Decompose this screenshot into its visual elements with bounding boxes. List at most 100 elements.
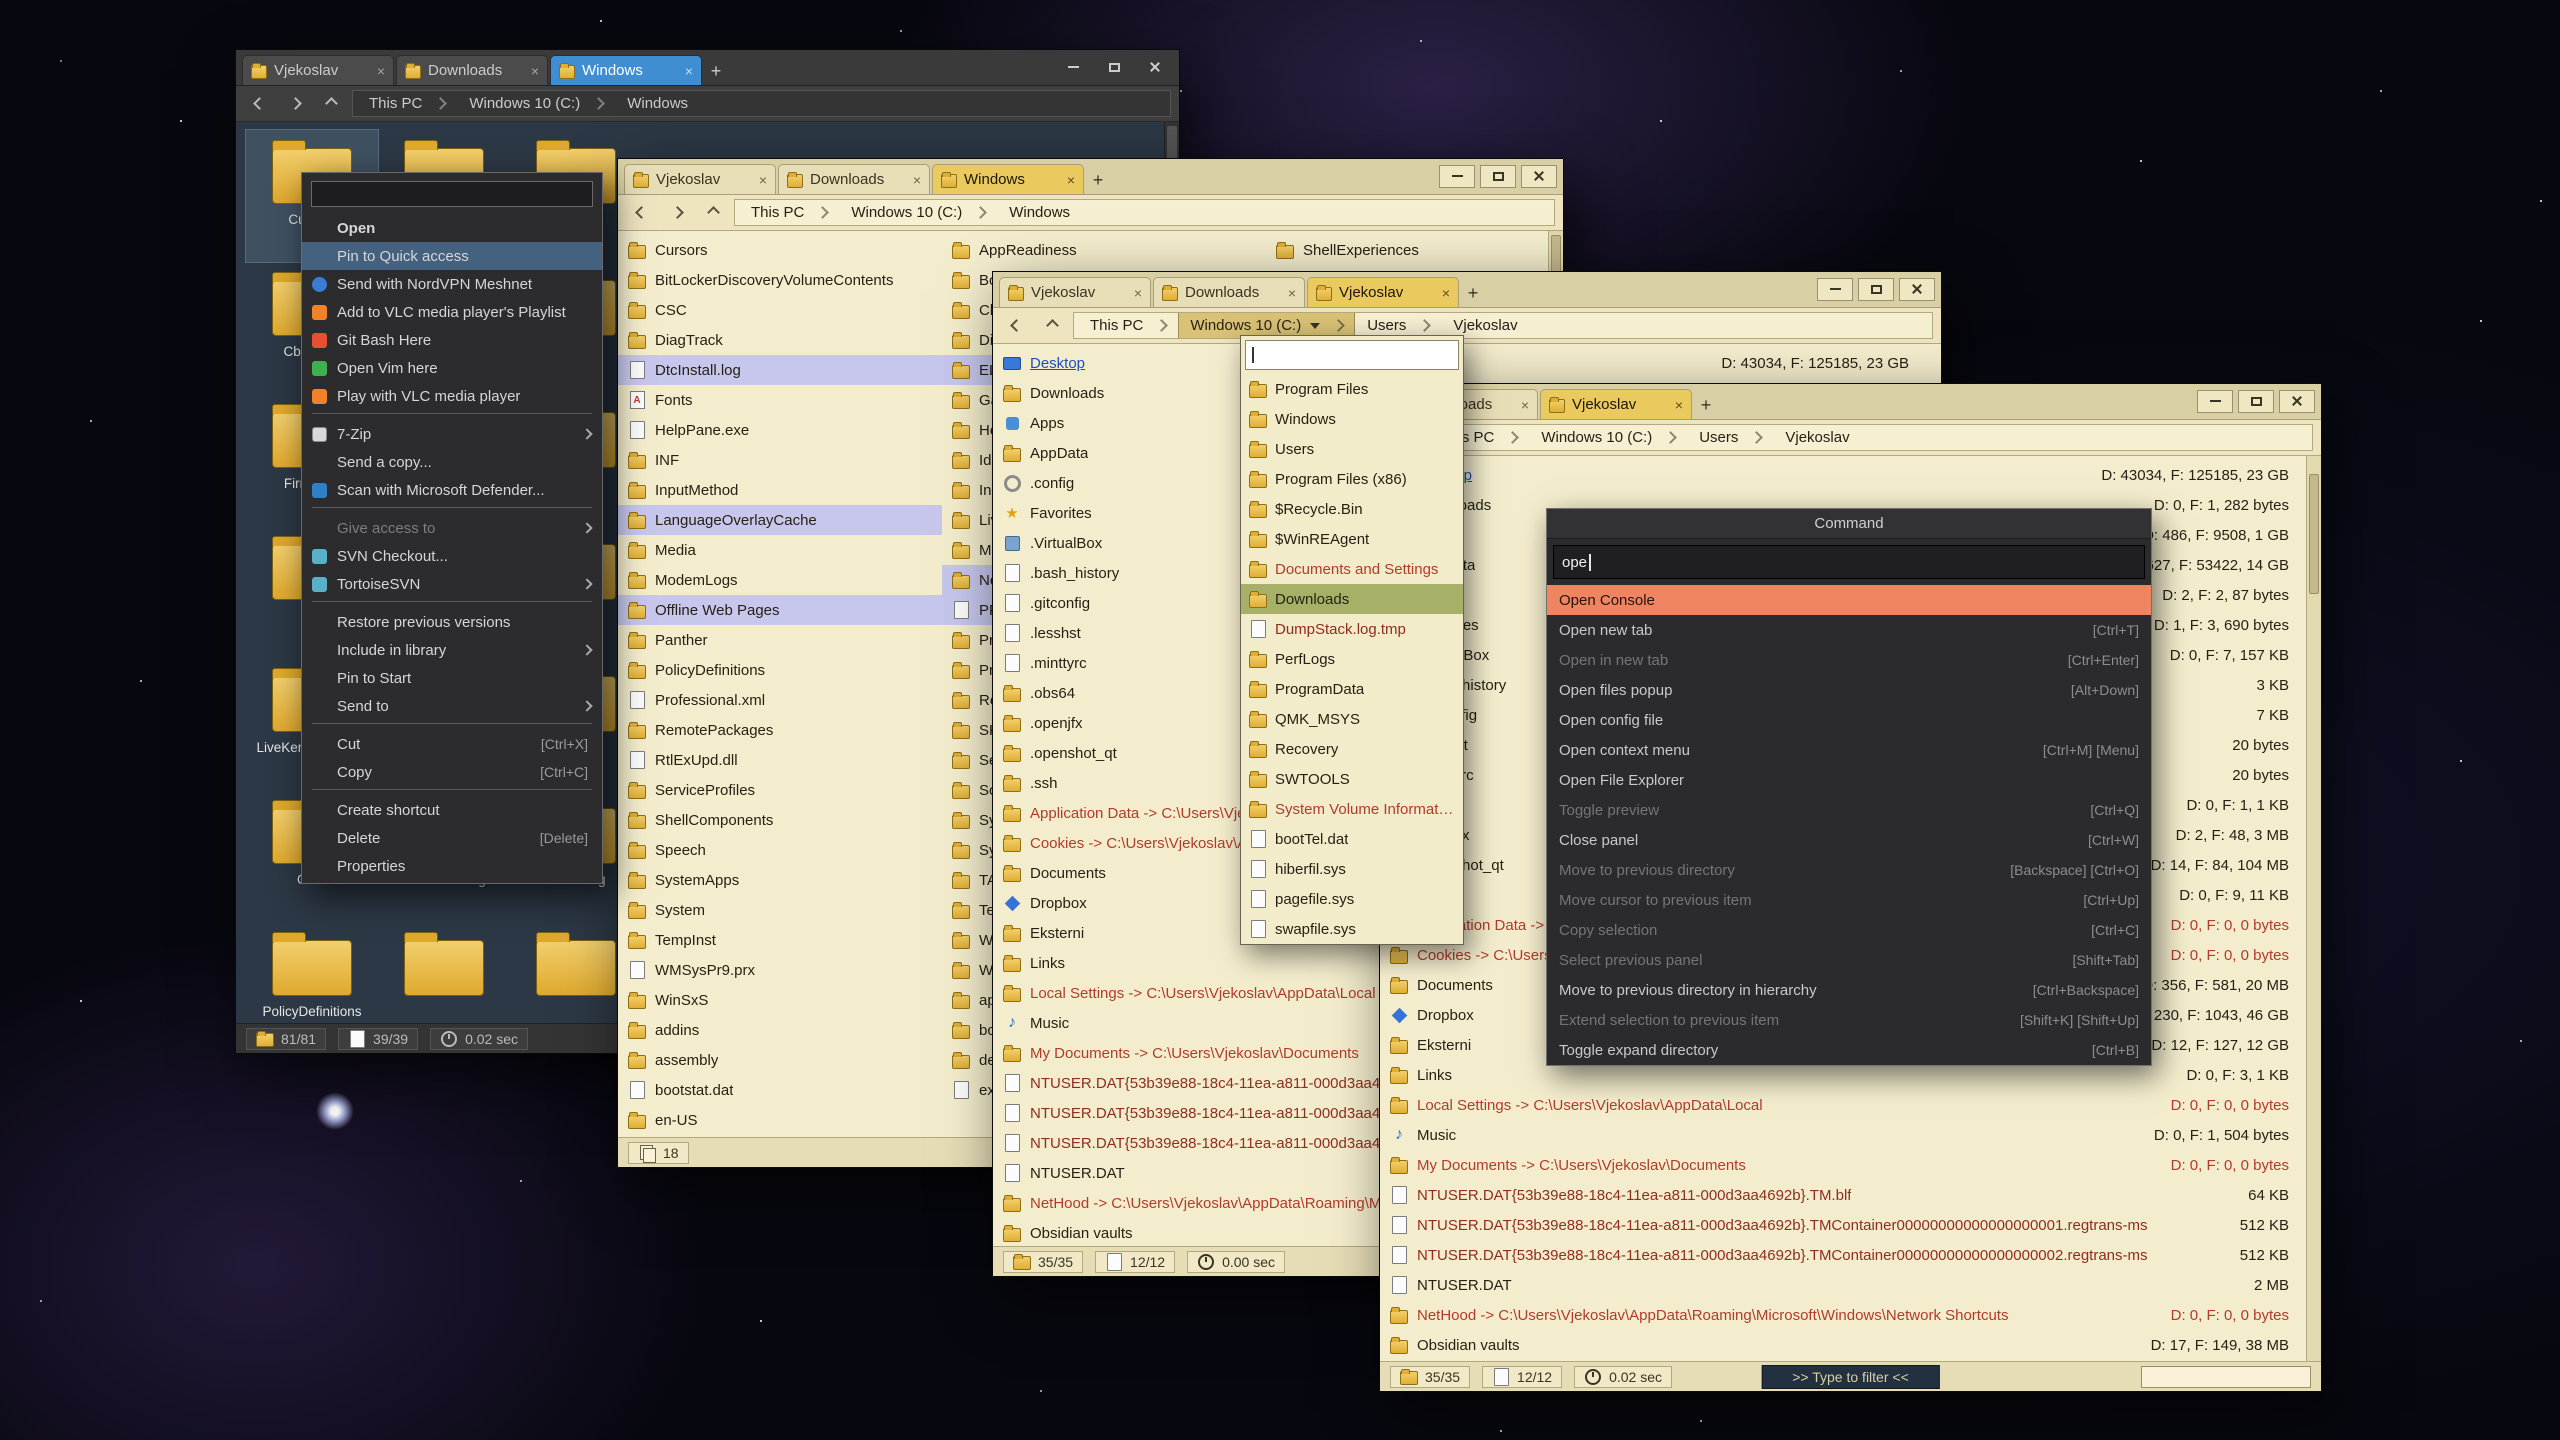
breadcrumb-item[interactable]: This PC [739, 199, 839, 226]
context-menu-item[interactable] [302, 507, 602, 514]
breadcrumb-item[interactable]: Users [1687, 424, 1773, 451]
file-row[interactable]: NTUSER.DAT 2 MB [1380, 1270, 2321, 1300]
drive-dropdown-item[interactable]: hiberfil.sys [1241, 854, 1463, 884]
context-menu-item[interactable] [302, 413, 602, 420]
tab-close-icon[interactable]: × [1134, 285, 1142, 301]
filter-box[interactable]: >> Type to filter << [1761, 1365, 1939, 1389]
drive-dropdown-item[interactable]: Users [1241, 434, 1463, 464]
context-menu-item[interactable]: Give access to [302, 514, 602, 542]
tab[interactable]: Vjekoslav × [1307, 277, 1459, 307]
context-menu-item[interactable]: Properties [302, 852, 602, 880]
file-row[interactable]: NetHood -> C:\Users\Vjekoslav\AppData\Ro… [1380, 1300, 2321, 1330]
palette-item[interactable]: Open files popup [Alt+Down] [1547, 675, 2151, 705]
context-menu-item[interactable] [302, 789, 602, 796]
maximize-button[interactable] [1480, 165, 1516, 188]
tab[interactable]: Vjekoslav × [624, 164, 776, 194]
file-row[interactable]: addins [618, 1015, 942, 1045]
maximize-button[interactable] [1096, 56, 1132, 79]
drive-dropdown-item[interactable]: QMK_MSYS [1241, 704, 1463, 734]
file-row[interactable]: DtcInstall.log [618, 355, 942, 385]
context-menu-item[interactable]: Send to [302, 692, 602, 720]
file-row[interactable]: bootstat.dat [618, 1075, 942, 1105]
palette-item[interactable]: Copy selection [Ctrl+C] [1547, 915, 2151, 945]
context-menu-item[interactable]: Add to VLC media player's Playlist [302, 298, 602, 326]
file-row[interactable]: SystemApps [618, 865, 942, 895]
file-row[interactable]: NTUSER.DAT{53b39e88-18c4-11ea-a811-000d3… [1380, 1240, 2321, 1270]
context-menu-item[interactable]: Include in library [302, 636, 602, 664]
drive-dropdown-item[interactable]: DumpStack.log.tmp [1241, 614, 1463, 644]
forward-button[interactable] [280, 90, 310, 117]
close-button[interactable] [1137, 56, 1173, 79]
tab-close-icon[interactable]: × [913, 172, 921, 188]
context-menu-item[interactable]: TortoiseSVN [302, 570, 602, 598]
file-row[interactable]: NTUSER.DAT{53b39e88-18c4-11ea-a811-000d3… [1380, 1210, 2321, 1240]
palette-item[interactable]: Move to previous directory [Backspace] [… [1547, 855, 2151, 885]
file-row[interactable]: Cursors [618, 235, 942, 265]
forward-button[interactable] [662, 199, 692, 226]
minimize-button[interactable] [2197, 390, 2233, 413]
context-menu-item[interactable]: Git Bash Here [302, 326, 602, 354]
scrollbar-thumb[interactable] [2309, 474, 2319, 594]
file-row[interactable]: ShellExperiences [1266, 235, 1563, 265]
file-row[interactable]: WinSxS [618, 985, 942, 1015]
drive-dropdown-item[interactable]: Documents and Settings [1241, 554, 1463, 584]
context-menu-item[interactable]: Send with NordVPN Meshnet [302, 270, 602, 298]
context-menu-item[interactable]: Create shortcut [302, 796, 602, 824]
drive-dropdown-item[interactable]: Windows [1241, 404, 1463, 434]
palette-item[interactable]: Move cursor to previous item [Ctrl+Up] [1547, 885, 2151, 915]
breadcrumb-item[interactable]: This PC [1078, 312, 1178, 339]
palette-item[interactable]: Select previous panel [Shift+Tab] [1547, 945, 2151, 975]
drive-dropdown-item[interactable]: pagefile.sys [1241, 884, 1463, 914]
grid-item[interactable]: PolicyDefinitions [246, 922, 378, 1023]
file-row[interactable]: Music D: 0, F: 1, 504 bytes [1380, 1120, 2321, 1150]
file-row[interactable]: Professional.xml [618, 685, 942, 715]
tab-close-icon[interactable]: × [759, 172, 767, 188]
file-row[interactable]: ServiceProfiles [618, 775, 942, 805]
tab-close-icon[interactable]: × [1067, 172, 1075, 188]
file-row[interactable]: ModemLogs [618, 565, 942, 595]
drive-dropdown-item[interactable]: bootTel.dat [1241, 824, 1463, 854]
up-button[interactable] [698, 199, 728, 226]
path-edit[interactable] [1245, 340, 1459, 370]
minimize-button[interactable] [1055, 56, 1091, 79]
tab[interactable]: Downloads × [778, 164, 930, 194]
drive-dropdown-item[interactable]: ProgramData [1241, 674, 1463, 704]
file-row[interactable]: LanguageOverlayCache [618, 505, 942, 535]
palette-item[interactable]: Move to previous directory in hierarchy … [1547, 975, 2151, 1005]
file-row[interactable]: INF [618, 445, 942, 475]
context-menu-item[interactable]: Pin to Quick access [302, 242, 602, 270]
context-menu-item[interactable]: Copy [Ctrl+C] [302, 758, 602, 786]
palette-item[interactable]: Open in new tab [Ctrl+Enter] [1547, 645, 2151, 675]
file-row[interactable]: DiagTrack [618, 325, 942, 355]
file-row[interactable]: Offline Web Pages [618, 595, 942, 625]
context-menu-item[interactable]: Play with VLC media player [302, 382, 602, 410]
minimize-button[interactable] [1817, 278, 1853, 301]
up-button[interactable] [316, 90, 346, 117]
drive-dropdown-item[interactable]: Program Files (x86) [1241, 464, 1463, 494]
palette-input[interactable]: ope [1553, 545, 2145, 579]
titlebar[interactable]: Vjekoslav × Downloads × Vjekoslav × + [993, 272, 1941, 308]
tab[interactable]: Windows × [550, 55, 702, 85]
drive-dropdown-item[interactable]: PerfLogs [1241, 644, 1463, 674]
tab[interactable]: Vjekoslav × [242, 55, 394, 85]
close-button[interactable] [1899, 278, 1935, 301]
palette-item[interactable]: Open context menu [Ctrl+M] [Menu] [1547, 735, 2151, 765]
minimize-button[interactable] [1439, 165, 1475, 188]
grid-item[interactable] [378, 922, 510, 1023]
breadcrumb-item[interactable]: Vjekoslav [1773, 424, 1861, 451]
maximize-button[interactable] [2238, 390, 2274, 413]
tab[interactable]: Vjekoslav × [1540, 389, 1692, 419]
palette-item[interactable]: Open new tab [Ctrl+T] [1547, 615, 2151, 645]
drive-dropdown-item[interactable]: $Recycle.Bin [1241, 494, 1463, 524]
palette-item[interactable]: Toggle preview [Ctrl+Q] [1547, 795, 2151, 825]
file-row[interactable]: Desktop D: 43034, F: 125185, 23 GB [1380, 460, 2321, 490]
file-row[interactable]: NTUSER.DAT{53b39e88-18c4-11ea-a811-000d3… [1380, 1180, 2321, 1210]
maximize-button[interactable] [1858, 278, 1894, 301]
file-row[interactable]: TempInst [618, 925, 942, 955]
tab-close-icon[interactable]: × [685, 63, 693, 79]
file-row[interactable]: BitLockerDiscoveryVolumeContents [618, 265, 942, 295]
file-row[interactable]: en-US [618, 1105, 942, 1135]
context-menu-item[interactable]: SVN Checkout... [302, 542, 602, 570]
context-menu-item[interactable]: Cut [Ctrl+X] [302, 730, 602, 758]
file-row[interactable]: CSC [618, 295, 942, 325]
